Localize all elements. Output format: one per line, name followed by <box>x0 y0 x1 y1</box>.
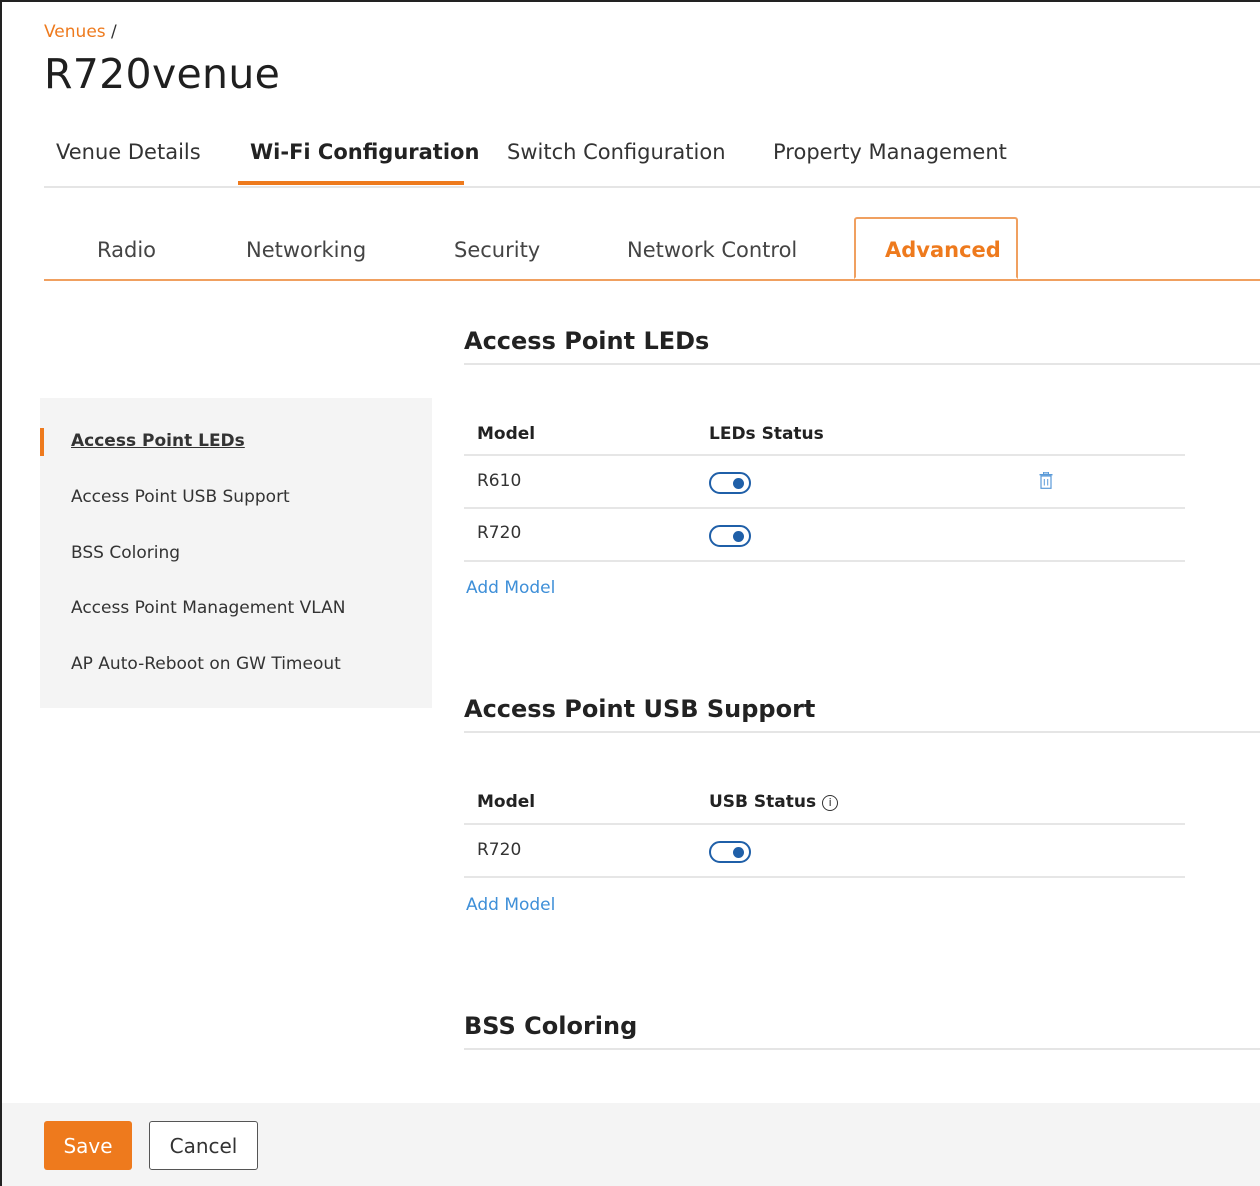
main-tab-bar: Venue Details Wi-Fi Configuration Switch… <box>44 120 1260 188</box>
table-row-divider <box>464 454 1185 456</box>
side-nav-ap-auto-reboot[interactable]: AP Auto-Reboot on GW Timeout <box>71 654 341 674</box>
window-frame-top <box>0 0 1260 2</box>
leds-status-toggle[interactable] <box>709 472 751 494</box>
leds-row-model: R610 <box>477 471 522 491</box>
sub-tab-bar: Radio Networking Security Network Contro… <box>44 217 1260 281</box>
side-nav-access-point-usb-support[interactable]: Access Point USB Support <box>71 487 290 507</box>
subtab-security[interactable]: Security <box>454 238 540 262</box>
side-nav-access-point-leds[interactable]: Access Point LEDs <box>71 431 245 451</box>
subtab-radio[interactable]: Radio <box>97 238 156 262</box>
leds-status-toggle[interactable] <box>709 525 751 547</box>
side-nav-ap-management-vlan[interactable]: Access Point Management VLAN <box>71 598 345 618</box>
table-row-divider <box>464 876 1185 878</box>
section-divider <box>464 363 1260 365</box>
side-nav-bss-coloring[interactable]: BSS Coloring <box>71 543 180 563</box>
leds-col-model: Model <box>477 424 536 444</box>
subtab-network-control[interactable]: Network Control <box>627 238 797 262</box>
subtab-networking[interactable]: Networking <box>246 238 366 262</box>
section-divider <box>464 731 1260 733</box>
advanced-side-nav: Access Point LEDs Access Point USB Suppo… <box>40 398 432 708</box>
tab-switch-configuration[interactable]: Switch Configuration <box>507 140 726 164</box>
table-row-divider <box>464 823 1185 825</box>
active-tab-indicator <box>238 181 464 185</box>
usb-col-status: USB Status i <box>709 792 839 812</box>
window-frame-left <box>0 0 2 1186</box>
section-title-leds: Access Point LEDs <box>464 327 710 355</box>
usb-add-model-link[interactable]: Add Model <box>466 895 555 915</box>
breadcrumb-separator: / <box>111 22 117 42</box>
tab-property-management[interactable]: Property Management <box>773 140 1007 164</box>
trash-icon[interactable] <box>1039 471 1053 489</box>
table-row-divider <box>464 507 1185 509</box>
usb-status-toggle[interactable] <box>709 841 751 863</box>
page-title: R720venue <box>44 50 281 98</box>
leds-add-model-link[interactable]: Add Model <box>466 578 555 598</box>
section-title-usb: Access Point USB Support <box>464 695 816 723</box>
leds-row-model: R720 <box>477 523 522 543</box>
cancel-button[interactable]: Cancel <box>149 1121 258 1170</box>
table-row-divider <box>464 560 1185 562</box>
leds-col-status: LEDs Status <box>709 424 824 444</box>
breadcrumb: Venues / <box>44 22 117 42</box>
tab-wifi-configuration[interactable]: Wi-Fi Configuration <box>250 140 479 164</box>
section-title-bss: BSS Coloring <box>464 1012 638 1040</box>
usb-row-model: R720 <box>477 840 522 860</box>
subtab-advanced[interactable]: Advanced <box>885 238 1001 262</box>
footer-action-bar: Save Cancel <box>2 1103 1260 1186</box>
section-divider <box>464 1048 1260 1050</box>
info-icon[interactable]: i <box>822 795 839 811</box>
usb-col-model: Model <box>477 792 536 812</box>
save-button[interactable]: Save <box>44 1121 132 1170</box>
breadcrumb-venues-link[interactable]: Venues <box>44 22 106 42</box>
side-nav-active-indicator <box>40 428 44 456</box>
usb-col-status-label: USB Status <box>709 792 817 812</box>
tab-venue-details[interactable]: Venue Details <box>56 140 201 164</box>
